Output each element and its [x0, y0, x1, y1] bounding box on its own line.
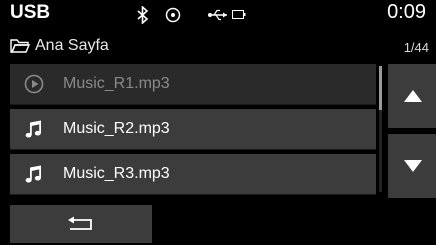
breadcrumb: Ana Sayfa 1/44 [0, 32, 436, 62]
list-item-label: Music_R3.mp3 [63, 165, 170, 182]
scroll-down-button[interactable] [388, 134, 436, 198]
bluetooth-icon [137, 6, 149, 24]
list-item[interactable]: Music_R1.mp3 [10, 64, 376, 105]
list-item[interactable]: Music_R2.mp3 [10, 109, 376, 150]
clock: 0:09 [387, 1, 426, 23]
back-button[interactable] [10, 205, 152, 243]
back-arrow-icon [68, 216, 92, 230]
scroll-up-button[interactable] [388, 64, 436, 128]
arrow-up-icon [404, 90, 422, 102]
page-count: 1/44 [403, 40, 429, 55]
play-circle-icon [24, 74, 44, 94]
folder-icon [10, 39, 30, 53]
list-item-label: Music_R2.mp3 [63, 120, 170, 137]
file-list: Music_R1.mp3 Music_R2.mp3 Music_R3.mp3 [0, 64, 386, 196]
cd-icon [165, 7, 181, 23]
scrollbar-thumb[interactable] [379, 66, 382, 110]
status-bar: USB 0:09 [0, 0, 436, 30]
usb-icon [208, 9, 227, 21]
source-title: USB [10, 2, 51, 23]
breadcrumb-label: Ana Sayfa [35, 37, 109, 54]
arrow-down-icon [404, 160, 422, 172]
battery-icon [232, 10, 246, 19]
music-note-icon [25, 120, 41, 138]
list-item-label: Music_R1.mp3 [63, 75, 170, 92]
list-item[interactable]: Music_R3.mp3 [10, 154, 376, 195]
music-note-icon [25, 165, 41, 183]
